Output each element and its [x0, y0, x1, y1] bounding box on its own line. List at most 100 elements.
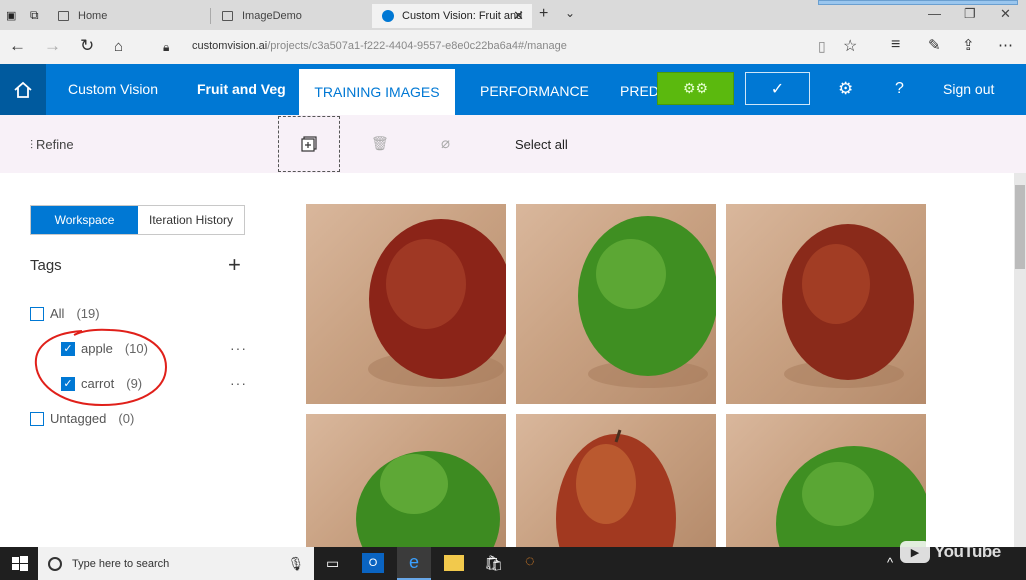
more-options-icon[interactable]: ···	[230, 375, 247, 391]
annotation-circle	[34, 328, 168, 407]
jupyter-icon[interactable]: ◌	[525, 553, 535, 571]
pen-icon[interactable]: ✎	[928, 36, 941, 54]
workspace-toggle: Workspace Iteration History	[30, 205, 245, 235]
windows-start-icon[interactable]	[10, 554, 30, 574]
outlook-icon[interactable]: O	[362, 553, 384, 573]
tag-label: Untagged	[50, 411, 107, 426]
delete-trash-icon[interactable]: 🗑︎	[371, 135, 389, 152]
training-image[interactable]	[516, 204, 716, 404]
more-options-icon[interactable]: ⋯	[998, 36, 1013, 54]
close-tab-icon[interactable]: ✕	[513, 8, 524, 24]
refine-label: Refine	[36, 137, 74, 152]
browser-tab-strip: ▣ ⧉ Home ImageDemo Custom Vision: Fruit …	[0, 0, 1026, 30]
home-icon[interactable]: ⌂	[114, 38, 123, 55]
overlay-strip	[818, 0, 1018, 5]
edge-browser-icon[interactable]: e	[397, 547, 431, 580]
tab-custom-vision[interactable]: Custom Vision: Fruit and ✕	[372, 4, 532, 28]
training-image[interactable]	[726, 414, 926, 547]
store-icon[interactable]: 🛍︎	[484, 554, 503, 572]
add-tag-icon[interactable]: +	[228, 252, 241, 278]
green-apple-image	[776, 446, 926, 547]
training-image[interactable]	[726, 204, 926, 404]
cortana-icon	[48, 556, 62, 571]
forward-icon[interactable]: →	[44, 36, 61, 56]
tab-home[interactable]: Home	[48, 4, 208, 28]
sign-out-link[interactable]: Sign out	[943, 81, 994, 97]
chevron-down-icon[interactable]: ⌄	[565, 6, 575, 20]
quick-test-button[interactable]: ✓	[745, 72, 810, 105]
filter-sliders-icon: ⫶	[30, 138, 34, 152]
hub-icon[interactable]: ≡	[891, 36, 900, 54]
url-path: /projects/c3a507a1-f222-4404-9557-e8e0c2…	[267, 40, 567, 52]
training-image[interactable]	[306, 414, 506, 547]
search-placeholder: Type here to search	[72, 557, 170, 570]
scrollbar[interactable]	[1014, 173, 1026, 547]
favorite-star-icon[interactable]: ☆	[843, 36, 857, 56]
more-options-icon[interactable]: ···	[230, 340, 247, 356]
project-name[interactable]: Fruit and Veg	[197, 81, 286, 97]
home-button[interactable]	[0, 64, 46, 115]
add-images-button[interactable]	[278, 116, 340, 172]
refresh-icon[interactable]: ↻	[80, 36, 94, 56]
tray-chevron-icon[interactable]: ^	[887, 555, 893, 570]
restore-icon[interactable]: ❐	[964, 6, 976, 22]
training-image[interactable]	[516, 414, 716, 547]
training-image[interactable]	[306, 204, 506, 404]
microphone-icon[interactable]: 🎙︎	[287, 556, 304, 572]
add-image-icon	[301, 136, 317, 152]
red-apple-image	[368, 219, 506, 387]
back-icon[interactable]: ←	[9, 36, 26, 56]
tab-label: Custom Vision: Fruit and	[402, 10, 523, 22]
select-all-button[interactable]: Select all	[515, 137, 568, 152]
help-icon[interactable]: ?	[895, 80, 904, 98]
youtube-watermark: ▶ YouTube	[900, 537, 1008, 567]
task-view-icon[interactable]: ▭	[326, 555, 339, 572]
tag-count: (0)	[118, 411, 135, 426]
scrollbar-thumb[interactable]	[1015, 185, 1025, 269]
tab-imagedemo[interactable]: ImageDemo	[212, 4, 372, 28]
workspace-tab[interactable]: Workspace	[31, 206, 138, 234]
iteration-history-tab[interactable]: Iteration History	[138, 206, 244, 234]
youtube-label: YouTube	[934, 542, 1001, 561]
reading-view-icon[interactable]: ▯	[818, 38, 826, 55]
checkbox[interactable]	[30, 306, 44, 321]
share-icon[interactable]: ⇪	[962, 36, 975, 54]
minimize-icon[interactable]: —	[928, 6, 941, 21]
tab-performance[interactable]: PERFORMANCE	[480, 83, 589, 99]
tab-actions-icon[interactable]: ▣	[6, 9, 16, 22]
home-icon	[14, 81, 32, 98]
tag-row-untagged[interactable]: Untagged (0)	[30, 411, 134, 426]
check-icon: ✓	[770, 80, 785, 98]
checkbox[interactable]	[30, 411, 44, 426]
close-window-icon[interactable]: ✕	[1000, 6, 1011, 22]
tag-row-all[interactable]: All (19)	[30, 306, 100, 321]
settings-gear-icon[interactable]: ⚙	[838, 79, 853, 99]
green-apple-image	[356, 451, 500, 547]
image-toolbar: ⫶ Refine 🗑︎ ⌀ Select all	[0, 115, 1026, 173]
url-host: customvision.ai	[192, 40, 268, 52]
tag-label: All	[50, 306, 65, 321]
tab-label: Home	[78, 10, 108, 22]
address-bar: ← → ↻ ⌂ 🔒︎ customvision.ai/projects/c3a5…	[0, 30, 1026, 64]
url-field[interactable]: customvision.ai/projects/c3a507a1-f222-4…	[192, 40, 567, 52]
gears-icon: ⚙⚙	[682, 80, 709, 96]
tab-label: ImageDemo	[242, 10, 302, 22]
brand-link[interactable]: Custom Vision	[68, 81, 158, 97]
green-apple-image	[578, 216, 716, 388]
red-apple-image	[556, 429, 676, 547]
youtube-play-icon: ▶	[900, 541, 930, 563]
app-header: Custom Vision Fruit and Veg TRAINING IMA…	[0, 64, 1026, 115]
tag-count: (19)	[76, 306, 100, 321]
tag-icon[interactable]: ⌀	[441, 134, 450, 152]
new-tab-icon[interactable]: +	[539, 5, 548, 23]
set-aside-tabs-icon[interactable]: ⧉	[30, 8, 39, 23]
custom-vision-favicon-icon	[382, 10, 394, 22]
train-button[interactable]: ⚙⚙	[657, 72, 734, 105]
lock-icon: 🔒︎	[163, 40, 170, 54]
taskbar-search-box[interactable]: Type here to search 🎙︎	[38, 547, 314, 580]
file-explorer-icon[interactable]	[444, 555, 464, 571]
refine-button[interactable]: ⫶ Refine	[30, 137, 74, 153]
tags-heading: Tags	[30, 257, 62, 274]
windows-taskbar: Type here to search 🎙︎ ▭ O e 🛍︎ ◌ ^	[0, 547, 1026, 580]
tab-training-images[interactable]: TRAINING IMAGES	[299, 69, 455, 115]
